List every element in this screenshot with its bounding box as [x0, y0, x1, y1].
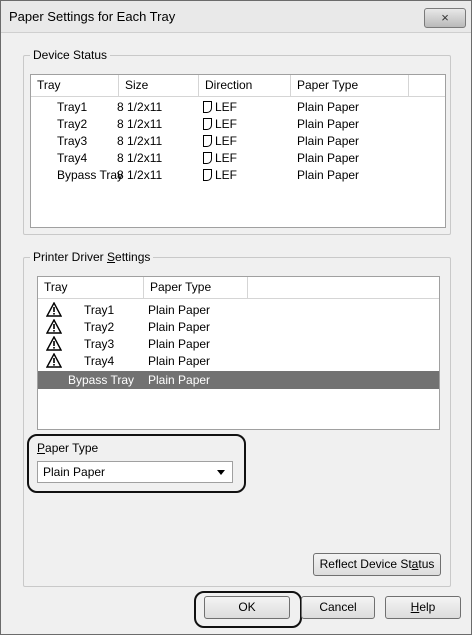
- list-item[interactable]: Tray1 Plain Paper: [38, 301, 439, 319]
- table-row[interactable]: Tray1 8 1/2x11 LEF Plain Paper: [31, 98, 445, 116]
- direction-value: LEF: [203, 132, 237, 150]
- paper-type-value: Plain Paper: [297, 168, 360, 182]
- tray-name: Bypass Tray: [57, 168, 124, 182]
- paper-orientation-icon: [203, 135, 212, 147]
- direction-value: LEF: [203, 98, 237, 116]
- direction-value: LEF: [203, 115, 237, 133]
- help-button[interactable]: Help: [385, 596, 461, 619]
- close-icon: ×: [441, 10, 449, 25]
- list-item[interactable]: Tray3 Plain Paper: [38, 335, 439, 353]
- paper-type-value: Plain Paper: [148, 303, 211, 317]
- direction-value: LEF: [203, 166, 237, 184]
- tray-name: Tray3: [57, 134, 88, 148]
- tray-name: Bypass Tray: [68, 373, 135, 387]
- paper-type-value: Plain Paper: [148, 354, 211, 368]
- warning-icon: [46, 302, 62, 317]
- ok-button[interactable]: OK: [204, 596, 290, 619]
- tray-name: Tray1: [84, 303, 115, 317]
- device-status-header: Tray Size Direction Paper Type: [31, 75, 445, 97]
- paper-type-dropdown[interactable]: Plain Paper: [37, 461, 233, 483]
- warning-icon: [46, 336, 62, 351]
- tray-name: Tray4: [57, 151, 88, 165]
- paper-type-value: Plain Paper: [148, 373, 211, 387]
- cancel-button[interactable]: Cancel: [301, 596, 375, 619]
- device-status-list[interactable]: Tray Size Direction Paper Type Tray1 8 1/…: [30, 74, 446, 228]
- size-value: 8 1/2x11: [117, 134, 163, 148]
- tray-name: Tray2: [84, 320, 115, 334]
- table-row[interactable]: Tray2 8 1/2x11 LEF Plain Paper: [31, 115, 445, 133]
- warning-icon: [46, 353, 62, 368]
- list-item[interactable]: Tray2 Plain Paper: [38, 318, 439, 336]
- title-bar: Paper Settings for Each Tray ×: [1, 1, 471, 33]
- column-header-tray[interactable]: Tray: [38, 277, 144, 298]
- column-header-size[interactable]: Size: [119, 75, 199, 96]
- tray-name: Tray2: [57, 117, 88, 131]
- tray-name: Tray4: [84, 354, 115, 368]
- column-header-paper-type[interactable]: Paper Type: [144, 277, 248, 298]
- printer-driver-settings-label: Printer Driver Settings: [30, 250, 154, 264]
- driver-tray-header: Tray Paper Type: [38, 277, 439, 299]
- table-row[interactable]: Tray4 8 1/2x11 LEF Plain Paper: [31, 149, 445, 167]
- paper-orientation-icon: [203, 118, 212, 130]
- warning-icon: [46, 319, 62, 334]
- direction-value: LEF: [203, 149, 237, 167]
- size-value: 8 1/2x11: [117, 117, 163, 131]
- paper-orientation-icon: [203, 152, 212, 164]
- column-header-direction[interactable]: Direction: [199, 75, 291, 96]
- tray-name: Tray1: [57, 100, 88, 114]
- size-value: 8 1/2x11: [117, 151, 163, 165]
- paper-type-label: Paper Type: [37, 441, 99, 455]
- driver-tray-list[interactable]: Tray Paper Type Bypass Tray Plain Paper …: [37, 276, 440, 430]
- paper-settings-dialog: Paper Settings for Each Tray × Device St…: [0, 0, 472, 635]
- paper-type-value: Plain Paper: [297, 134, 360, 148]
- device-status-label: Device Status: [30, 48, 111, 62]
- dialog-title: Paper Settings for Each Tray: [9, 9, 176, 24]
- column-header-tray[interactable]: Tray: [31, 75, 119, 96]
- size-value: 8 1/2x11: [117, 168, 163, 182]
- table-row[interactable]: Bypass Tray 8 1/2x11 LEF Plain Paper: [31, 166, 445, 184]
- tray-name: Tray3: [84, 337, 115, 351]
- paper-type-value: Plain Paper: [148, 320, 211, 334]
- size-value: 8 1/2x11: [117, 100, 163, 114]
- reflect-device-status-button[interactable]: Reflect Device Status: [313, 553, 441, 576]
- paper-type-value: Plain Paper: [297, 100, 360, 114]
- table-row[interactable]: Tray3 8 1/2x11 LEF Plain Paper: [31, 132, 445, 150]
- column-header-paper-type[interactable]: Paper Type: [291, 75, 409, 96]
- chevron-down-icon: [217, 470, 225, 475]
- paper-type-value: Plain Paper: [148, 337, 211, 351]
- paper-orientation-icon: [203, 101, 212, 113]
- list-item[interactable]: Tray4 Plain Paper: [38, 352, 439, 370]
- paper-orientation-icon: [203, 169, 212, 181]
- paper-type-value: Plain Paper: [297, 117, 360, 131]
- paper-type-selected: Plain Paper: [43, 465, 106, 479]
- close-button[interactable]: ×: [424, 8, 466, 28]
- list-item-selected[interactable]: Bypass Tray Plain Paper: [38, 371, 439, 389]
- paper-type-value: Plain Paper: [297, 151, 360, 165]
